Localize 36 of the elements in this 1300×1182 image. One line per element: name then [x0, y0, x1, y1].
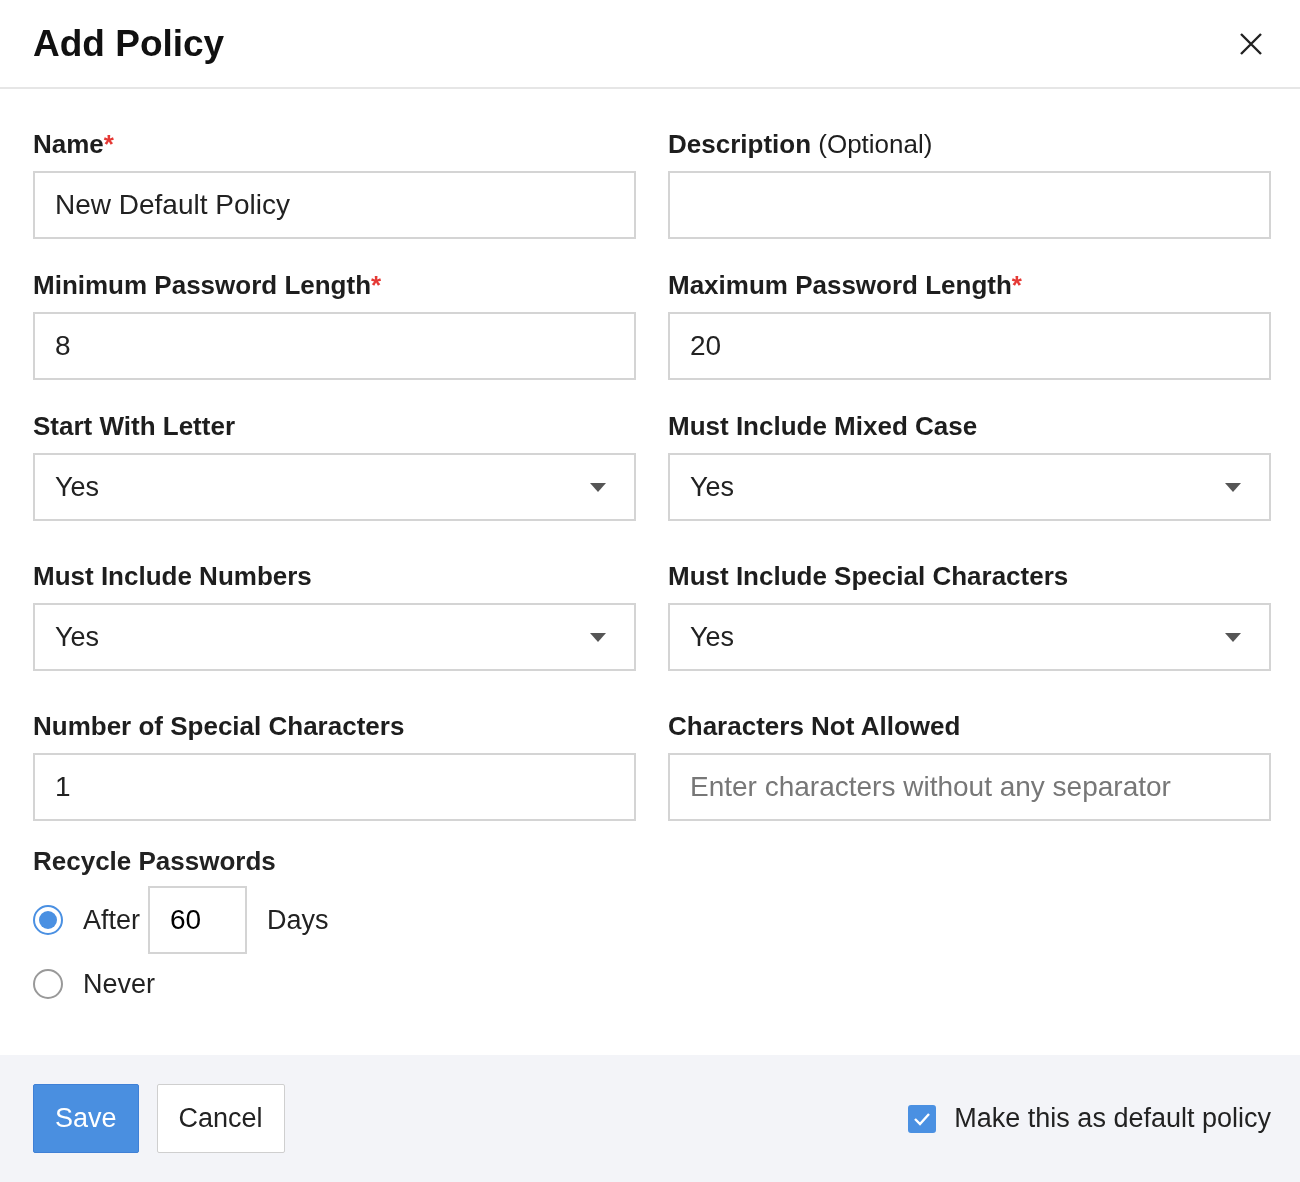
field-label: Recycle Passwords: [33, 846, 277, 877]
caret-icon: [1225, 632, 1241, 642]
input-field[interactable]: 8: [33, 312, 636, 380]
days-label: Days: [267, 904, 329, 936]
field-label: Start With Letter: [33, 411, 236, 442]
field-label: Characters Not Allowed: [668, 711, 962, 742]
field-label: Minimum Password Length*: [33, 270, 383, 301]
input-field[interactable]: New Default Policy: [33, 171, 636, 239]
close-button[interactable]: [1238, 30, 1264, 57]
field-label: Must Include Special Characters: [668, 561, 1070, 592]
dropdown[interactable]: Yes: [33, 603, 636, 671]
checkbox-label: Make this as default policy: [954, 1103, 1271, 1134]
field-label: Number of Special Characters: [33, 711, 406, 742]
dialog-title: Add Policy: [33, 22, 225, 65]
field-label: Description (Optional): [668, 129, 934, 160]
radio-button[interactable]: [33, 905, 63, 935]
input-field[interactable]: 20: [668, 312, 1271, 380]
days-input[interactable]: 60: [148, 886, 248, 954]
caret-icon: [590, 632, 606, 642]
input-field[interactable]: Enter characters without any separator: [668, 753, 1271, 821]
radio-label: Never: [83, 968, 156, 1000]
input-field[interactable]: 1: [33, 753, 636, 821]
caret-icon: [590, 482, 606, 492]
field-label: Name*: [33, 129, 115, 160]
dropdown[interactable]: Yes: [668, 453, 1271, 521]
caret-icon: [1225, 482, 1241, 492]
dropdown[interactable]: Yes: [33, 453, 636, 521]
cancel-button[interactable]: Cancel: [156, 1084, 285, 1153]
field-label: Maximum Password Length*: [668, 270, 1023, 301]
input-field[interactable]: [668, 171, 1271, 239]
dropdown[interactable]: Yes: [668, 603, 1271, 671]
radio-button[interactable]: [33, 969, 63, 999]
field-label: Must Include Mixed Case: [668, 411, 979, 442]
radio-label: After: [83, 904, 141, 936]
field-label: Must Include Numbers: [33, 561, 313, 592]
checkbox[interactable]: [908, 1104, 937, 1133]
